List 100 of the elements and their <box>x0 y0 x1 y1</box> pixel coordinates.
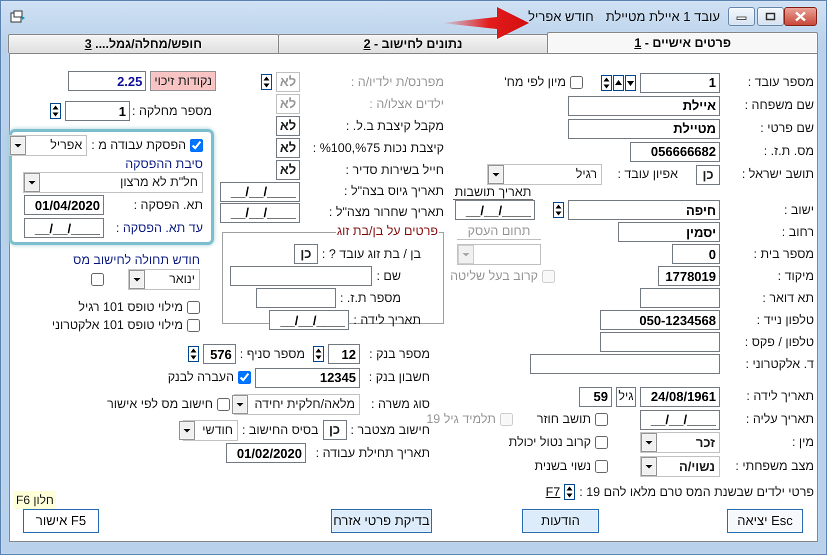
text-field[interactable] <box>230 266 372 286</box>
checkbox-label: מיון לפי מח' <box>504 75 566 90</box>
text-field[interactable] <box>530 354 720 374</box>
field-label: בן / בת זוג עובד ? : <box>322 246 421 262</box>
field-label: גיל <box>616 386 636 406</box>
messages-button[interactable]: הודעות <box>522 509 599 533</box>
checkbox-label: מילוי טופס 101 אלקטרוני <box>52 318 183 332</box>
field-label: טלפון נייד : <box>756 312 814 328</box>
date-field[interactable]: 01/02/2020 <box>226 443 306 463</box>
text-field[interactable]: 12 <box>328 344 360 364</box>
check-button[interactable]: בדיקת פרטי אזרח <box>331 509 432 533</box>
field-label: פרטי ילדים שבשנת המס טרם מלאו להם 19 : <box>579 484 814 500</box>
text-field[interactable]: 576 <box>202 344 236 364</box>
field-label: סוג משרה : <box>370 396 430 412</box>
field-label: תאריך תחילת עבודה : <box>314 446 430 460</box>
checkbox[interactable] <box>187 318 200 332</box>
text-field[interactable]: 1 <box>640 72 720 92</box>
maximize-button[interactable] <box>757 7 784 26</box>
checkbox-label: חישוב מס לפי אישור <box>107 396 213 412</box>
down-button[interactable] <box>625 74 636 90</box>
text-field[interactable]: 1778019 <box>658 266 720 286</box>
window-title: עובד 1 איילת מטיילת <box>606 8 720 26</box>
text-field[interactable]: 050-1234568 <box>600 310 720 330</box>
month-label: חודש אפריל <box>528 8 594 26</box>
close-icon <box>794 11 807 22</box>
field-label: שם פרטי : <box>759 121 814 136</box>
shortcut-link[interactable]: F7 <box>546 482 560 502</box>
yes-no-field[interactable]: לא <box>276 138 300 158</box>
yes-no-field[interactable]: לא <box>276 160 300 180</box>
minimize-button[interactable] <box>728 7 755 26</box>
dropdown[interactable]: נשוי/ה <box>640 456 720 477</box>
maximize-icon <box>765 12 776 21</box>
caret-icon <box>488 165 504 184</box>
field-label: חייל בשירות סדיר : <box>344 162 444 178</box>
date-field[interactable]: __/__/____ <box>269 310 350 330</box>
text-field[interactable]: 1 <box>65 101 130 121</box>
text-field[interactable]: 12345 <box>255 368 360 388</box>
checkbox[interactable] <box>595 413 608 426</box>
text-field[interactable] <box>600 332 720 352</box>
text-field[interactable] <box>256 288 336 308</box>
field-label: מין : <box>790 435 814 450</box>
up-button[interactable] <box>613 74 624 90</box>
text-field[interactable]: 59 <box>579 386 612 406</box>
field-label: רחוב : <box>780 224 814 240</box>
app-icon <box>10 10 26 24</box>
date-field[interactable]: __/__/____ <box>24 218 104 238</box>
field-label: תחום העסק <box>457 224 541 240</box>
text-field[interactable]: 056666682 <box>630 142 720 162</box>
spin-button[interactable] <box>50 103 61 119</box>
checkbox[interactable] <box>217 398 230 410</box>
checkbox[interactable] <box>238 371 251 384</box>
spin-button[interactable] <box>564 484 576 500</box>
checkbox[interactable] <box>187 300 200 314</box>
date-field[interactable]: 01/04/2020 <box>24 195 104 215</box>
dropdown[interactable]: חל"ת לא מרצון <box>23 172 203 193</box>
spin-button[interactable] <box>601 74 612 90</box>
date-field[interactable]: __/__/____ <box>455 200 535 220</box>
caret-icon <box>458 244 474 264</box>
dropdown[interactable]: זכר <box>640 432 720 453</box>
spin-button[interactable] <box>553 202 564 218</box>
dropdown[interactable]: רגיל <box>487 164 602 185</box>
text-field[interactable] <box>640 288 720 308</box>
caret-icon <box>641 433 657 452</box>
text-field[interactable]: מטיילת <box>568 118 720 138</box>
field-label: ד. אלקטרוני : <box>744 356 814 372</box>
checkbox[interactable] <box>190 139 203 152</box>
date-field[interactable]: __/__/____ <box>220 202 300 222</box>
checkbox[interactable] <box>595 436 608 449</box>
checkbox-label: הפסקת עבודה מ : <box>91 138 186 153</box>
dropdown[interactable]: אפריל <box>9 135 88 156</box>
spin-button[interactable] <box>313 346 324 362</box>
field-label: תא. הפסקה : <box>132 198 203 212</box>
dropdown[interactable]: מלאה/חלקית יחידה <box>234 394 360 414</box>
date-field[interactable]: __/__/____ <box>640 410 720 430</box>
field-label: אפיון עובד : <box>616 167 678 182</box>
spin-button[interactable] <box>261 74 272 90</box>
spin-button[interactable] <box>188 346 199 362</box>
text-field[interactable]: 2.25 <box>68 71 146 91</box>
text-field[interactable]: איילת <box>568 96 720 116</box>
text-field[interactable]: 0 <box>672 244 720 264</box>
close-button[interactable] <box>784 7 817 26</box>
yes-no-field[interactable]: כן <box>322 420 347 440</box>
dropdown[interactable]: ינואר <box>128 268 200 290</box>
text-field[interactable]: יסמין <box>618 222 720 242</box>
date-field[interactable]: __/__/____ <box>220 182 300 202</box>
field-label: מקבל קיצבת ב.ל. : <box>344 118 444 134</box>
group-title: פרטים על בן/בת זוג <box>336 224 439 238</box>
exit-button[interactable]: יציאה Esc <box>727 509 803 533</box>
checkbox[interactable] <box>570 76 583 89</box>
text-field[interactable]: חיפה <box>568 200 720 220</box>
yes-no-field[interactable]: כן <box>294 244 318 264</box>
checkbox[interactable] <box>595 460 608 473</box>
yes-no-field[interactable]: לא <box>276 116 300 136</box>
date-field[interactable]: 24/08/1961 <box>640 386 720 406</box>
checkbox-label: קרוב נטול יכולת <box>508 435 591 450</box>
yes-no-field[interactable]: כן <box>696 164 720 184</box>
confirm-button[interactable]: אישור F5 <box>23 509 99 533</box>
checkbox[interactable] <box>91 272 104 286</box>
field-label: חשבון בנק : <box>368 370 430 385</box>
field-label: תא דואר : <box>761 290 814 306</box>
